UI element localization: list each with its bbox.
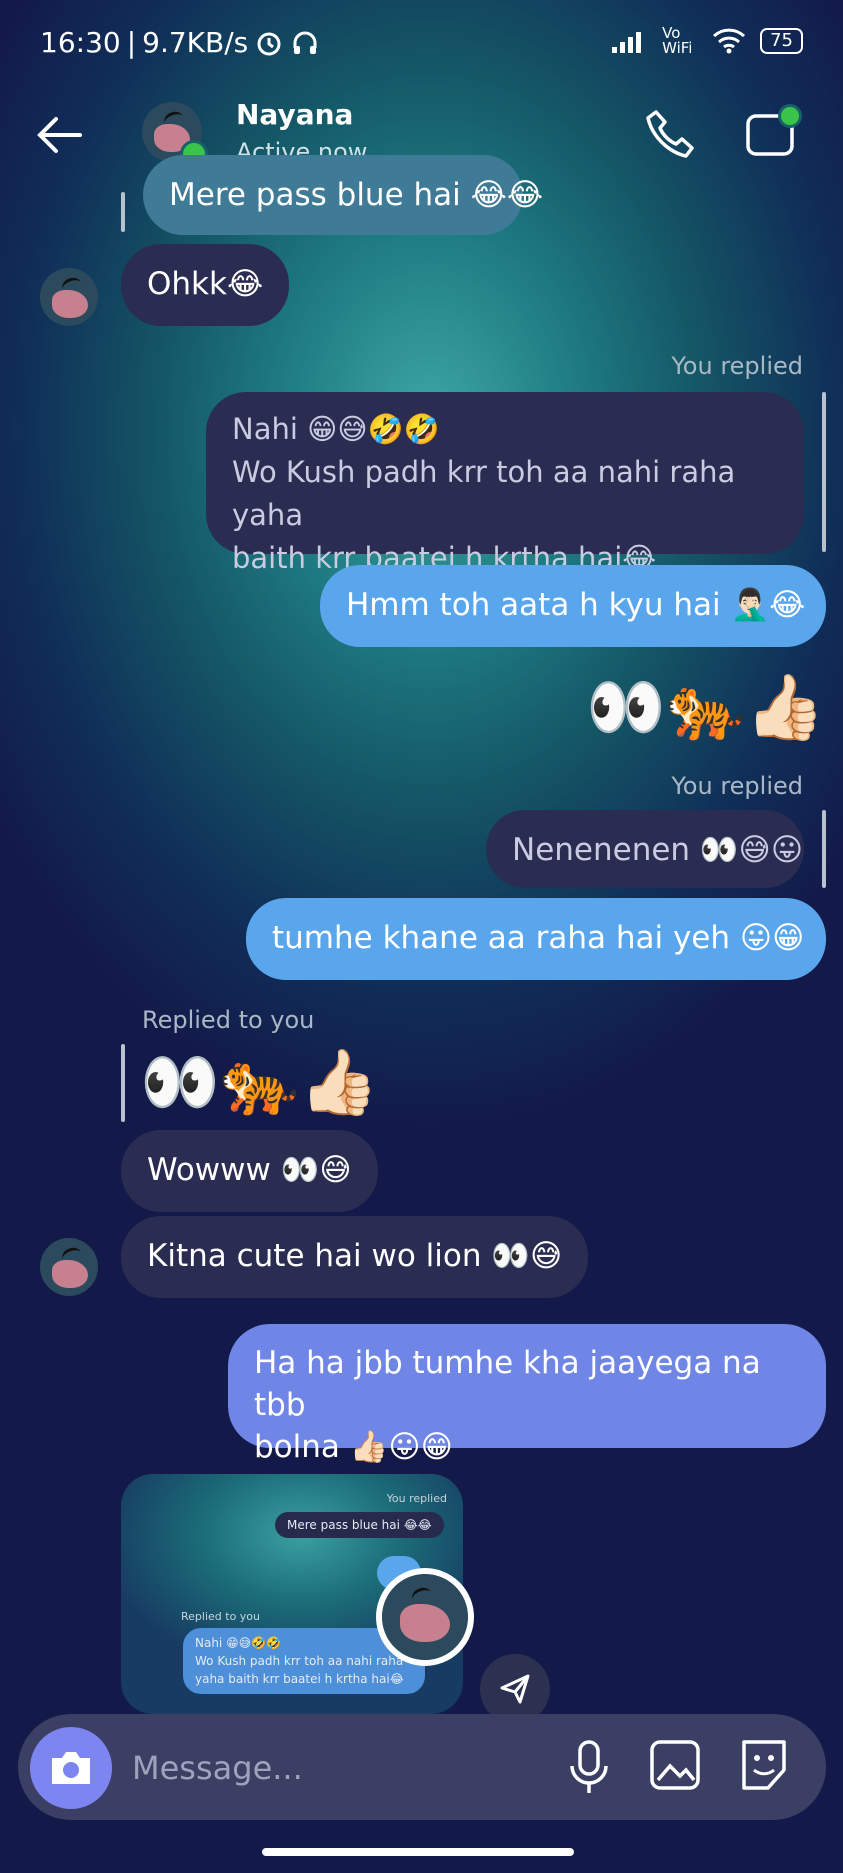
status-speed: 9.7KB/s <box>142 26 249 59</box>
reply-bar <box>822 392 826 552</box>
replied-to-you-label: Replied to you <box>142 1006 315 1034</box>
home-indicator[interactable] <box>262 1848 574 1856</box>
message-in[interactable]: Wowww 👀😅 <box>121 1130 378 1212</box>
reply-bar <box>822 810 826 888</box>
you-replied-label: You replied <box>671 352 803 380</box>
camera-button[interactable] <box>30 1727 112 1809</box>
message-out[interactable]: Ha ha jbb tumhe kha jaayega na tbb bolna… <box>228 1324 826 1465</box>
signal-icon <box>612 32 642 53</box>
alarm-icon <box>257 32 281 55</box>
reply-bar <box>121 192 125 232</box>
reply-bar <box>121 1044 125 1122</box>
shared-avatar <box>376 1568 474 1666</box>
preview-quoted: Mere pass blue hai 😂😂 <box>275 1512 444 1538</box>
message-input[interactable] <box>130 1741 554 1795</box>
sender-avatar[interactable] <box>40 1238 98 1296</box>
camera-icon <box>52 1752 90 1784</box>
message-in[interactable]: Kitna cute hai wo lion 👀😅 <box>121 1216 589 1298</box>
gallery-icon[interactable] <box>648 1738 704 1794</box>
contact-name[interactable]: Nayana <box>236 98 353 131</box>
sender-avatar[interactable] <box>40 268 98 326</box>
battery-indicator: 75 <box>760 28 803 54</box>
back-arrow-icon[interactable] <box>34 110 84 160</box>
video-status-dot <box>778 104 802 128</box>
message-out[interactable]: Hmm toh aata h kyu hai 🤦🏻‍♂️😂 <box>320 565 826 647</box>
sticker-icon[interactable] <box>736 1738 792 1794</box>
vowifi-label: Vo WiFi <box>662 24 693 57</box>
emoji-message[interactable]: 👀🐅👍🏻 <box>586 668 825 748</box>
share-icon <box>500 1674 530 1704</box>
wifi-icon <box>713 28 746 54</box>
headphones-icon <box>293 31 317 54</box>
quoted-reply[interactable]: Nahi 😁😅🤣🤣 Wo Kush padh krr toh aa nahi r… <box>206 392 804 575</box>
quoted-message[interactable]: Mere pass blue hai 😂😂 <box>143 155 543 235</box>
quoted-reply[interactable]: Nenenenen 👀😅😛 <box>486 810 804 888</box>
message-in[interactable]: Ohkk😂 <box>121 244 290 326</box>
phone-icon[interactable] <box>642 106 698 162</box>
status-bar: 16:30 | 9.7KB/s Vo WiFi 75 <box>0 0 843 90</box>
status-time: 16:30 <box>40 26 121 59</box>
microphone-icon[interactable] <box>564 1738 614 1798</box>
emoji-message[interactable]: 👀🐅👍🏻 <box>140 1043 379 1123</box>
you-replied-label: You replied <box>671 772 803 800</box>
message-out[interactable]: tumhe khane aa raha hai yeh 😛😁 <box>246 898 826 980</box>
